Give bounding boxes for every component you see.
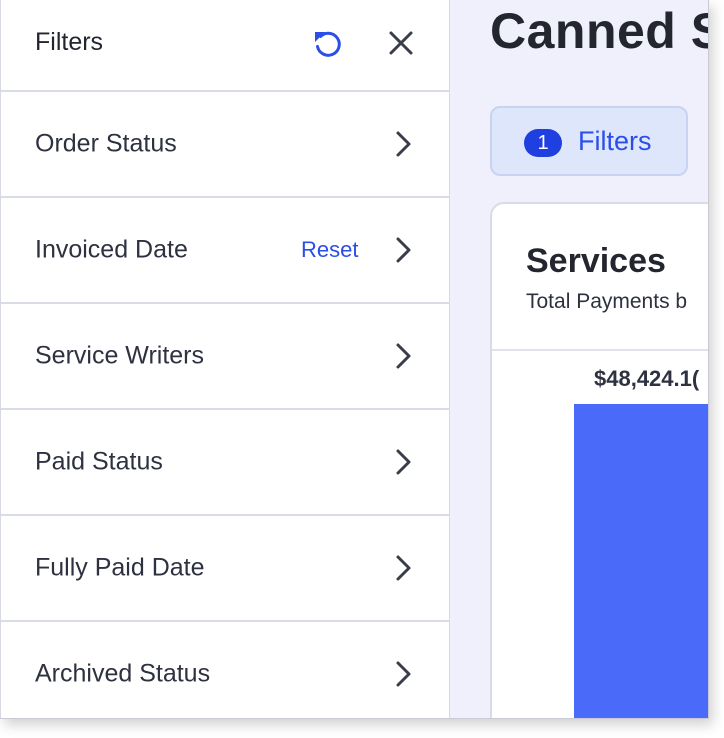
active-filter-count-badge: 1 <box>524 129 562 157</box>
card-subtitle: Total Payments b <box>526 290 688 313</box>
filters-panel-title: Filters <box>35 28 104 56</box>
refresh-icon <box>315 31 341 57</box>
chevron-right-icon <box>396 131 411 157</box>
filter-row-archived-status[interactable]: Archived Status <box>1 622 449 718</box>
invoiced-date-reset-link[interactable]: Reset <box>301 237 358 263</box>
filter-row-service-writers[interactable]: Service Writers <box>1 304 449 410</box>
filter-row-label: Order Status <box>35 129 177 158</box>
filter-row-paid-status[interactable]: Paid Status <box>1 410 449 516</box>
filter-row-label: Archived Status <box>35 659 211 688</box>
report-window: Filters Order Status Invoiced Date Reset <box>0 0 709 719</box>
bar-value-label: $48,424.1( <box>594 366 700 391</box>
close-icon <box>389 31 413 55</box>
close-filters-button[interactable] <box>385 27 417 59</box>
filter-row-label: Fully Paid Date <box>35 553 205 582</box>
chevron-right-icon <box>396 555 411 581</box>
page-title: Canned S <box>490 3 709 59</box>
filter-row-fully-paid-date[interactable]: Fully Paid Date <box>1 516 449 622</box>
chevron-right-icon <box>396 661 411 687</box>
filter-row-label: Invoiced Date <box>35 235 188 264</box>
card-divider <box>492 349 708 351</box>
chart-bar[interactable] <box>574 404 708 718</box>
filters-chip-label: Filters <box>578 126 652 156</box>
filters-chip-button[interactable]: 1 Filters <box>490 106 688 176</box>
card-title: Services <box>526 242 666 280</box>
filter-row-label: Paid Status <box>35 447 163 476</box>
services-chart-card: Services Total Payments b $48,424.1( <box>490 202 708 718</box>
filter-row-order-status[interactable]: Order Status <box>1 92 449 198</box>
filters-panel-header: Filters <box>1 0 449 92</box>
filter-row-invoiced-date[interactable]: Invoiced Date Reset <box>1 198 449 304</box>
chevron-right-icon <box>396 343 411 369</box>
filter-row-label: Service Writers <box>35 341 205 370</box>
chevron-right-icon <box>396 449 411 475</box>
chevron-right-icon <box>396 237 411 263</box>
reset-all-filters-button[interactable] <box>310 26 346 62</box>
filters-panel: Filters Order Status Invoiced Date Reset <box>0 0 450 718</box>
